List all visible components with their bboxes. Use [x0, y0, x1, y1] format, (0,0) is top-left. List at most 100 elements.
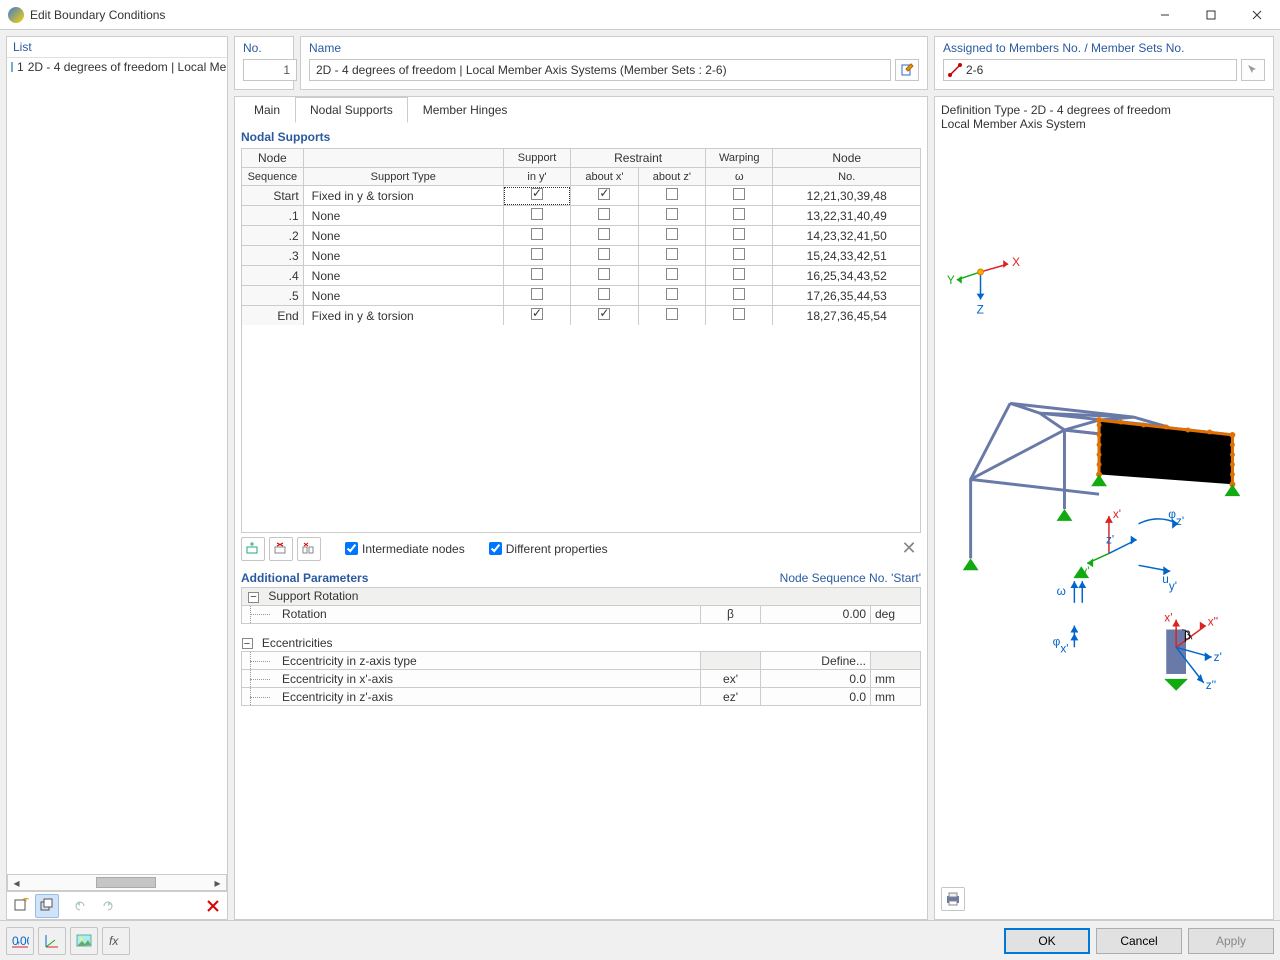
- param-rotation-value[interactable]: 0.00: [761, 605, 871, 623]
- delete-all-rows-button[interactable]: [297, 537, 321, 561]
- cancel-button[interactable]: Cancel: [1096, 928, 1182, 954]
- minimize-button[interactable]: [1142, 0, 1188, 29]
- checkbox-icon[interactable]: [598, 188, 610, 200]
- collapse-icon[interactable]: −: [242, 638, 253, 649]
- cell-about-x[interactable]: [571, 286, 638, 306]
- checkbox-icon[interactable]: [733, 308, 745, 320]
- table-row[interactable]: StartFixed in y & torsion12,21,30,39,48: [242, 186, 921, 206]
- scroll-thumb[interactable]: [96, 877, 156, 888]
- cell-in-y[interactable]: [503, 186, 570, 206]
- cell-about-x[interactable]: [571, 246, 638, 266]
- cell-warping[interactable]: [706, 226, 773, 246]
- cell-about-z[interactable]: [638, 246, 705, 266]
- checkbox-icon[interactable]: [733, 248, 745, 260]
- cell-warping[interactable]: [706, 286, 773, 306]
- intermediate-nodes-checkbox[interactable]: Intermediate nodes: [345, 542, 465, 556]
- table-row[interactable]: .4None16,25,34,43,52: [242, 266, 921, 286]
- cell-in-y[interactable]: [503, 306, 570, 326]
- different-properties-input[interactable]: [489, 542, 502, 555]
- cell-warping[interactable]: [706, 266, 773, 286]
- help-image-button[interactable]: [70, 927, 98, 955]
- cell-type[interactable]: None: [303, 266, 503, 286]
- checkbox-icon[interactable]: [598, 268, 610, 280]
- cell-about-z[interactable]: [638, 186, 705, 206]
- checkbox-icon[interactable]: [598, 248, 610, 260]
- cell-about-x[interactable]: [571, 226, 638, 246]
- table-row[interactable]: .1None13,22,31,40,49: [242, 206, 921, 226]
- clear-selection-button[interactable]: ✕: [897, 537, 921, 561]
- name-input[interactable]: 2D - 4 degrees of freedom | Local Member…: [309, 59, 891, 81]
- group-support-rotation[interactable]: − Support Rotation: [242, 587, 921, 605]
- param-ecc-type-value[interactable]: Define...: [761, 652, 871, 670]
- checkbox-icon[interactable]: [733, 228, 745, 240]
- scroll-left-icon[interactable]: ◂: [8, 876, 25, 890]
- list-item[interactable]: 1 2D - 4 degrees of freedom | Local Me: [7, 58, 227, 76]
- cell-about-z[interactable]: [638, 226, 705, 246]
- cell-in-y[interactable]: [503, 286, 570, 306]
- checkbox-icon[interactable]: [666, 208, 678, 220]
- eccentricities-table[interactable]: − Eccentricities Eccentricity in z-axis …: [241, 634, 921, 707]
- cell-type[interactable]: None: [303, 226, 503, 246]
- cell-about-x[interactable]: [571, 306, 638, 326]
- checkbox-icon[interactable]: [531, 288, 543, 300]
- cell-about-z[interactable]: [638, 266, 705, 286]
- delete-entry-button[interactable]: [201, 894, 225, 918]
- cell-type[interactable]: Fixed in y & torsion: [303, 186, 503, 206]
- checkbox-icon[interactable]: [733, 208, 745, 220]
- param-ecc-z-value[interactable]: 0.0: [761, 688, 871, 706]
- cell-in-y[interactable]: [503, 226, 570, 246]
- table-row[interactable]: .2None14,23,32,41,50: [242, 226, 921, 246]
- insert-row-button[interactable]: [241, 537, 265, 561]
- preview-canvas[interactable]: X Y Z: [941, 131, 1267, 887]
- cell-about-x[interactable]: [571, 266, 638, 286]
- cell-about-z[interactable]: [638, 306, 705, 326]
- copy-entry-button[interactable]: [35, 894, 59, 918]
- new-entry-button[interactable]: ✶: [9, 894, 33, 918]
- cell-about-x[interactable]: [571, 186, 638, 206]
- table-row[interactable]: .5None17,26,35,44,53: [242, 286, 921, 306]
- cell-warping[interactable]: [706, 306, 773, 326]
- cell-in-y[interactable]: [503, 246, 570, 266]
- maximize-button[interactable]: [1188, 0, 1234, 29]
- checkbox-icon[interactable]: [531, 248, 543, 260]
- checkbox-icon[interactable]: [531, 228, 543, 240]
- sidebar-list[interactable]: 1 2D - 4 degrees of freedom | Local Me: [7, 57, 227, 874]
- checkbox-icon[interactable]: [531, 188, 543, 200]
- checkbox-icon[interactable]: [666, 248, 678, 260]
- tab-main[interactable]: Main: [239, 97, 295, 123]
- cell-warping[interactable]: [706, 186, 773, 206]
- coordinate-system-button[interactable]: [38, 927, 66, 955]
- preview-print-button[interactable]: [941, 887, 965, 911]
- delete-row-button[interactable]: [269, 537, 293, 561]
- table-row[interactable]: .3None15,24,33,42,51: [242, 246, 921, 266]
- checkbox-icon[interactable]: [598, 228, 610, 240]
- apply-button[interactable]: Apply: [1188, 928, 1274, 954]
- cell-type[interactable]: None: [303, 246, 503, 266]
- checkbox-icon[interactable]: [598, 208, 610, 220]
- cell-type[interactable]: None: [303, 286, 503, 306]
- cell-about-z[interactable]: [638, 206, 705, 226]
- intermediate-nodes-input[interactable]: [345, 542, 358, 555]
- checkbox-icon[interactable]: [733, 268, 745, 280]
- sidebar-horizontal-scrollbar[interactable]: ◂ ▸: [7, 874, 227, 891]
- checkbox-icon[interactable]: [733, 188, 745, 200]
- tab-member-hinges[interactable]: Member Hinges: [408, 97, 523, 123]
- checkbox-icon[interactable]: [531, 308, 543, 320]
- additional-parameters-table[interactable]: − Support Rotation Rotation β 0.00 deg: [241, 587, 921, 624]
- scroll-right-icon[interactable]: ▸: [209, 876, 226, 890]
- checkbox-icon[interactable]: [733, 288, 745, 300]
- close-button[interactable]: [1234, 0, 1280, 29]
- cell-in-y[interactable]: [503, 206, 570, 226]
- checkbox-icon[interactable]: [666, 228, 678, 240]
- param-ecc-x-value[interactable]: 0.0: [761, 670, 871, 688]
- checkbox-icon[interactable]: [598, 308, 610, 320]
- edit-name-button[interactable]: [895, 59, 919, 81]
- checkbox-icon[interactable]: [531, 268, 543, 280]
- tab-nodal-supports[interactable]: Nodal Supports: [295, 97, 408, 123]
- nodal-supports-table[interactable]: Node Support Restraint Warping Node Sequ…: [241, 148, 921, 326]
- checkbox-icon[interactable]: [666, 188, 678, 200]
- checkbox-icon[interactable]: [531, 208, 543, 220]
- checkbox-icon[interactable]: [666, 308, 678, 320]
- checkbox-icon[interactable]: [598, 288, 610, 300]
- cell-warping[interactable]: [706, 206, 773, 226]
